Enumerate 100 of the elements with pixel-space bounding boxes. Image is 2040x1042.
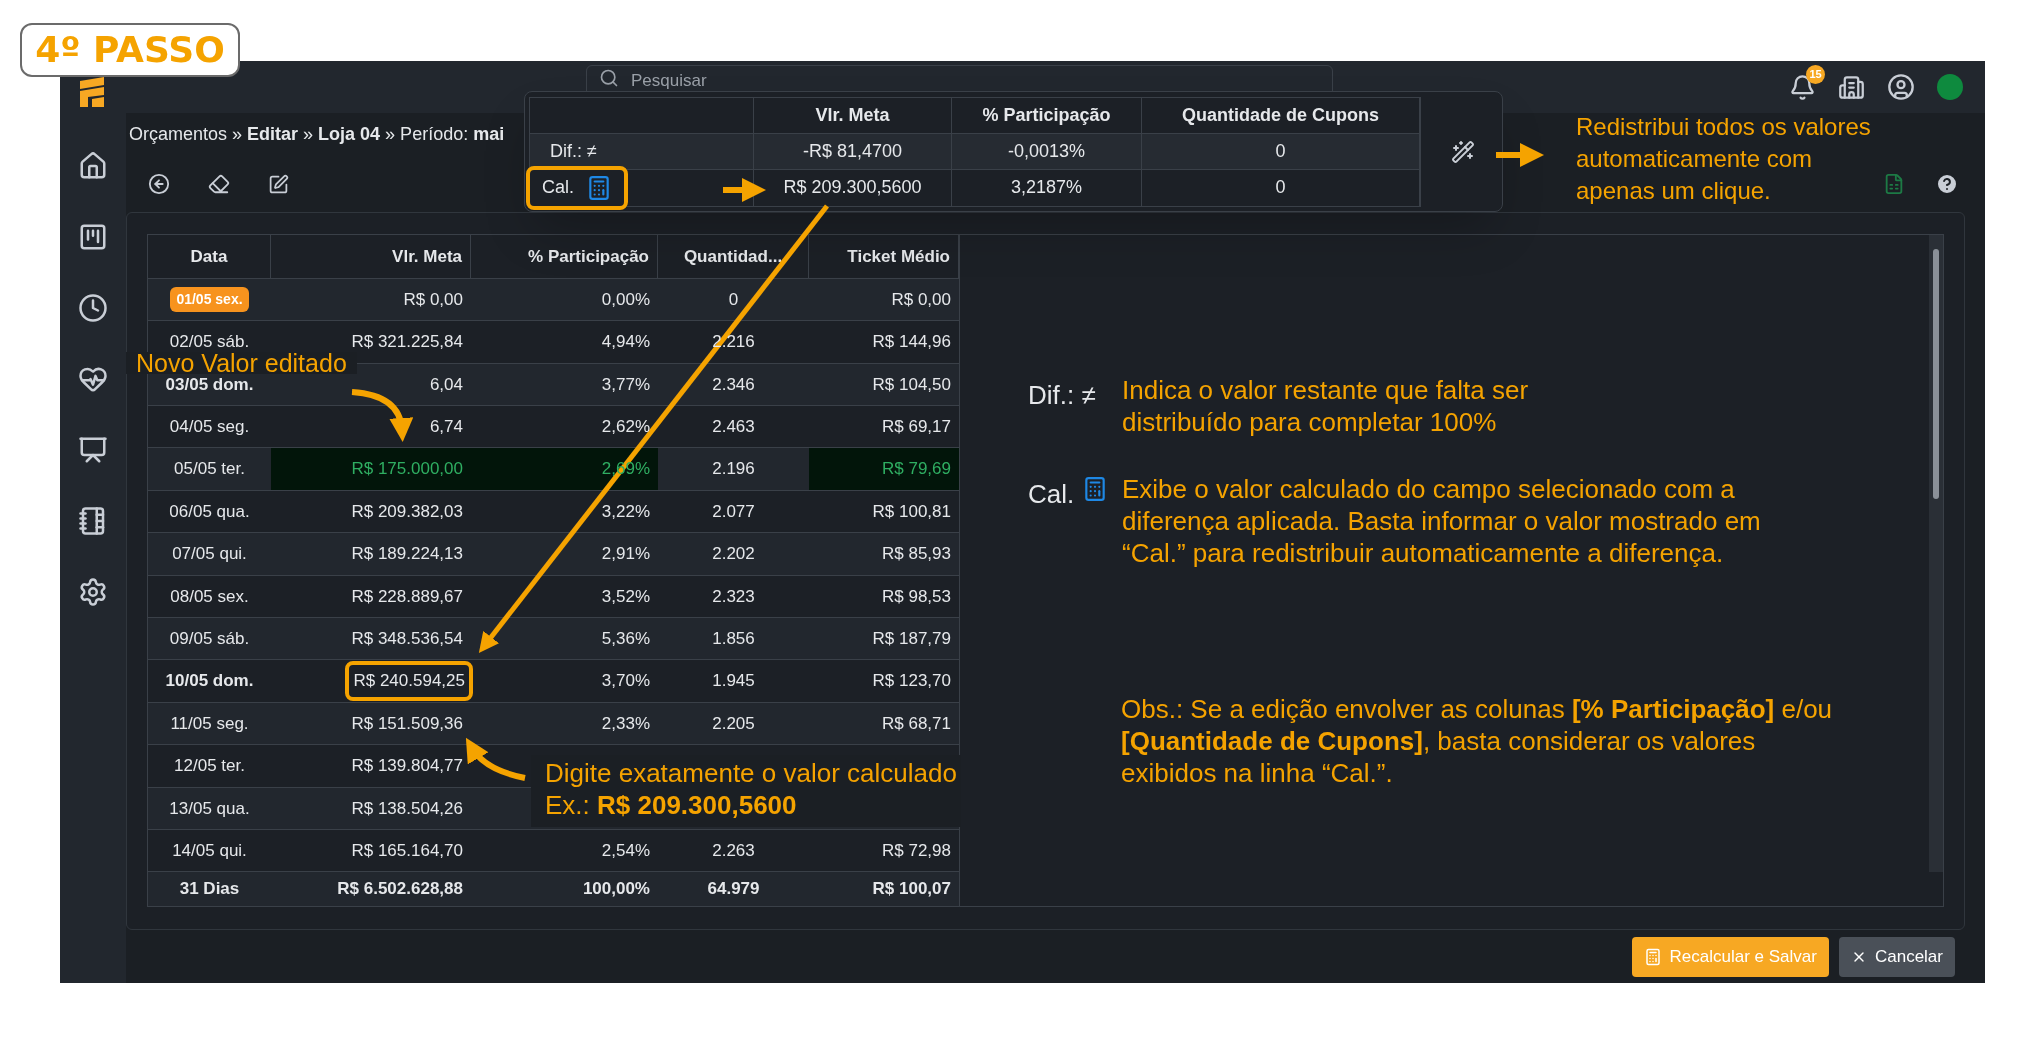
table-cell-text: R$ 228.889,67 — [351, 585, 463, 608]
table-cell-text: -0,0013% — [1007, 139, 1086, 163]
table-cell-text: 4,94% — [601, 331, 650, 354]
date-cell: 01/05 sex. — [170, 287, 249, 313]
table-cell-text: R$ 98,53 — [882, 585, 951, 608]
table-cell-text: 0 — [728, 288, 739, 311]
table-cell-text: 1.856 — [712, 627, 755, 650]
instruction-text: Digite exatamente o valor calculado Ex.: R$ 209.300,5600 — [545, 757, 958, 821]
cancel-button[interactable]: Cancelar — [1838, 936, 1955, 977]
table-cell-text: R$ 138.504,26 — [351, 797, 463, 820]
table-cell-text: R$ 144,96 — [872, 331, 951, 354]
table-cell-text: R$ 209.382,03 — [351, 500, 463, 523]
new-value-label: Novo Valor editado — [126, 352, 357, 374]
curved-arrow — [351, 389, 413, 442]
redistribute-note: Redistribui todos os valores automaticamente com apenas um clique. — [1576, 112, 1871, 206]
legend-text: Exibe o valor calculado do campo selecionado com a diferença aplicada. Basta informar o valor mostrado em “Cal.” para redistribuir automaticamente a diferença. — [1122, 473, 1761, 569]
date-cell-text: 09/05 sáb. — [169, 627, 250, 650]
scrollbar[interactable] — [1929, 235, 1943, 872]
table-cell-text: R$ 175.000,00 — [351, 458, 463, 481]
table-cell-text: 5,36% — [601, 627, 650, 650]
table-cell-text: R$ 189.224,13 — [351, 543, 463, 566]
table-cell-text: 2.205 — [712, 712, 755, 735]
date-cell-text: 03/05 dom. — [165, 373, 254, 396]
back-icon[interactable] — [148, 173, 170, 195]
total-cell-text: R$ 100,07 — [872, 878, 951, 901]
arrow — [723, 178, 766, 202]
table-cell-text: R$ 165.164,70 — [351, 839, 463, 862]
table-cell-text: 3,52% — [601, 585, 650, 608]
column-header[interactable]: Data — [148, 235, 271, 278]
table-cell-text: 6,04 — [429, 373, 463, 396]
date-cell-text: 02/05 sáb. — [169, 331, 250, 353]
table-cell-text: R$ 85,93 — [882, 543, 951, 566]
date-cell-text: 08/05 sex. — [170, 585, 249, 608]
column-header[interactable]: Vlr. Meta — [271, 235, 471, 278]
table-cell-text: R$ 0,00 — [891, 288, 951, 311]
breadcrumb: Orçamentos » Editar » Loja 04 » Período: mai — [129, 123, 505, 146]
home-icon[interactable] — [78, 151, 108, 181]
column-header: Quantidade de Cupons — [1182, 103, 1379, 127]
legend-text: Indica o valor restante que falta ser distribuído para completar 100% — [1122, 374, 1529, 438]
kanban-icon[interactable] — [78, 222, 108, 252]
notification-count: 15 — [1806, 64, 1825, 84]
date-cell-text: 10/05 dom. — [165, 670, 254, 693]
table-cell-text: 2.346 — [712, 373, 755, 396]
table-cell-text: 0 — [1275, 176, 1286, 199]
date-cell-text: 07/05 qui. — [172, 543, 247, 566]
table-cell-text: R$ 123,70 — [872, 670, 951, 693]
table-cell-text: R$ 0,00 — [403, 288, 463, 311]
building-icon[interactable] — [1838, 73, 1865, 101]
clock-icon[interactable] — [78, 293, 108, 323]
date-cell-text: 04/05 seg. — [169, 416, 250, 438]
table-cell-text: 1.945 — [712, 670, 755, 693]
table-cell-text: R$ 100,81 — [872, 500, 951, 523]
table-cell: R$ 240.594,25 — [345, 661, 473, 701]
legend-label: Dif.: ≠ — [1028, 379, 1096, 412]
table-cell-text: R$ 209.300,5600 — [783, 176, 922, 199]
magic-wand-icon[interactable] — [1451, 139, 1475, 164]
step-badge: 4º PASSO — [20, 23, 240, 77]
settings-icon[interactable] — [78, 577, 108, 607]
column-header: % Participação — [982, 103, 1111, 127]
calculator-icon — [586, 173, 612, 202]
table-cell-text: R$ 187,79 — [872, 627, 951, 650]
row-label: Cal. — [526, 165, 628, 210]
curved-arrow — [465, 738, 526, 781]
table-cell-text: R$ 104,50 — [872, 373, 951, 396]
table-cell-text: R$ 69,17 — [882, 416, 951, 438]
table-cell-text: 3,77% — [601, 373, 650, 396]
date-cell-text: 12/05 ter. — [174, 755, 245, 778]
total-cell-text: 31 Dias — [179, 878, 240, 901]
table-cell-text: 3,70% — [601, 670, 650, 693]
arrow — [1496, 143, 1544, 167]
table-cell-text: 3,22% — [601, 500, 650, 523]
column-header[interactable]: % Participação — [471, 235, 658, 278]
column-header: Vlr. Meta — [815, 103, 890, 127]
help-icon[interactable] — [1935, 172, 1959, 196]
total-cell-text: 64.979 — [707, 878, 760, 901]
table-cell-text: 0 — [1275, 139, 1286, 163]
table-cell-text: 2.323 — [712, 585, 755, 608]
spreadsheet-icon[interactable] — [1883, 172, 1905, 196]
user-icon[interactable] — [1887, 73, 1915, 101]
column-header[interactable]: Ticket Médio — [809, 235, 959, 278]
table-cell-text: 6,74 — [429, 416, 463, 438]
table-cell-text: 2.077 — [712, 500, 755, 523]
note-text: Obs.: Se a edição envolver as colunas [% Participação] e/ou [Quantidade de Cupons], basta considerar os valores exibidos na linha “Cal.”. — [1121, 693, 1833, 789]
presentation-icon[interactable] — [78, 435, 108, 465]
total-cell-text: R$ 6.502.628,88 — [337, 878, 463, 901]
table-cell-text: 2,91% — [601, 543, 650, 566]
eraser-icon[interactable] — [208, 173, 230, 195]
table-cell-text: R$ 139.804,77 — [351, 755, 463, 778]
table-cell-text: R$ 321.225,84 — [351, 331, 463, 354]
table-cell-text: R$ 348.536,54 — [351, 627, 463, 650]
legend-label: Cal. — [1028, 478, 1075, 511]
column-header[interactable]: Quantidad... — [658, 235, 809, 278]
edit-icon[interactable] — [268, 173, 289, 195]
table-cell-text: R$ 79,69 — [882, 458, 951, 481]
table-cell-text: 2.263 — [712, 839, 755, 862]
date-cell-text: 14/05 qui. — [172, 839, 247, 862]
calculator-icon — [1643, 947, 1662, 966]
total-cell-text: 100,00% — [582, 878, 650, 901]
table-cell-text: 2.463 — [712, 416, 755, 438]
table-cell-text: 0,00% — [601, 288, 650, 311]
